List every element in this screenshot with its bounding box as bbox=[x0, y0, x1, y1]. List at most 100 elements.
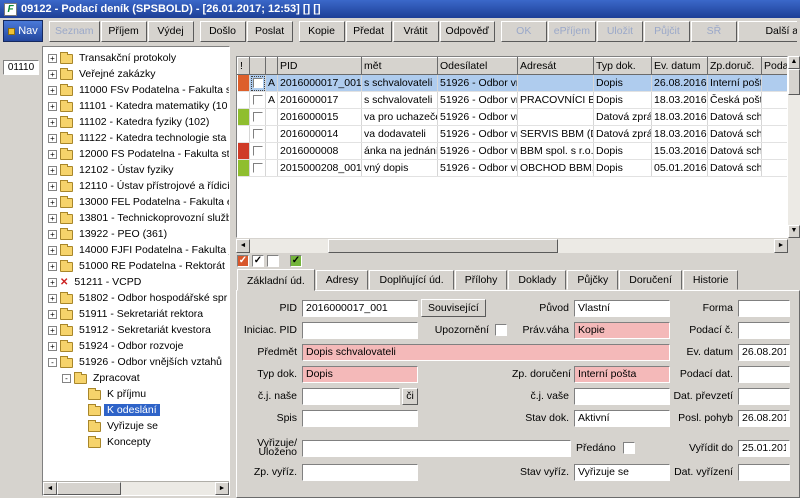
expand-icon[interactable]: + bbox=[48, 118, 57, 127]
tree-item-label[interactable]: 51000 RE Podatelna - Rektorát bbox=[76, 260, 228, 272]
expand-icon[interactable]: + bbox=[48, 102, 57, 111]
tree-item-label[interactable]: 13922 - PEO (361) bbox=[76, 228, 170, 240]
ok-button[interactable]: OK bbox=[501, 21, 547, 42]
table-hscroll-gap[interactable] bbox=[250, 239, 328, 253]
tree-item-label[interactable]: 51924 - Odbor rozvoje bbox=[76, 340, 186, 352]
expand-icon[interactable]: + bbox=[48, 70, 57, 79]
expand-icon[interactable]: + bbox=[48, 310, 57, 319]
podaci-c-field[interactable] bbox=[738, 322, 790, 339]
prijem-button[interactable]: Příjem bbox=[101, 21, 147, 42]
tree-item-label[interactable]: 51211 - VCPD bbox=[71, 276, 144, 288]
table-row[interactable]: 2015000208_001vný dopis51926 - Odbor vně… bbox=[238, 160, 789, 177]
row-filter-checkbox[interactable]: ✓ bbox=[290, 255, 302, 267]
tree-item-label[interactable]: 11000 FSv Podatelna - Fakulta s bbox=[76, 84, 229, 96]
tree-item-label[interactable]: Transakční protokoly bbox=[76, 52, 179, 64]
ulozit-button[interactable]: Uložit bbox=[597, 21, 643, 42]
tab-pujcky[interactable]: Půjčky bbox=[567, 270, 618, 290]
expand-icon[interactable]: + bbox=[48, 262, 57, 271]
collapse-icon[interactable]: - bbox=[62, 374, 71, 383]
poslat-button[interactable]: Poslat bbox=[247, 21, 293, 42]
scroll-right-icon[interactable]: ► bbox=[774, 239, 788, 253]
tree-hscroll-track[interactable] bbox=[121, 482, 215, 495]
tree-hscrollbar[interactable]: ◄ ► bbox=[43, 481, 229, 495]
expand-icon[interactable]: + bbox=[48, 326, 57, 335]
row-checkbox[interactable] bbox=[253, 78, 263, 88]
scroll-left-icon[interactable]: ◄ bbox=[43, 482, 57, 495]
tab-prilohy[interactable]: Přílohy bbox=[455, 270, 508, 290]
predmet-field[interactable] bbox=[302, 344, 670, 361]
row-checkbox[interactable] bbox=[253, 112, 263, 122]
odpoved-button[interactable]: Odpověď bbox=[440, 21, 495, 42]
expand-icon[interactable]: + bbox=[48, 214, 57, 223]
tree-item-label[interactable]: 12000 FS Podatelna - Fakulta str bbox=[76, 148, 229, 160]
table-row[interactable]: 2016000014va dodavateli51926 - Odbor vně… bbox=[238, 126, 789, 143]
cj-nase-field[interactable] bbox=[302, 388, 400, 405]
tree-item-label[interactable]: Vyřizuje se bbox=[104, 420, 161, 432]
expand-icon[interactable]: + bbox=[48, 54, 57, 63]
pid-field[interactable] bbox=[302, 300, 418, 317]
seznam-button[interactable]: Seznam bbox=[49, 21, 100, 42]
vyrizuje-field[interactable] bbox=[302, 440, 571, 457]
scroll-down-icon[interactable]: ▼ bbox=[788, 225, 800, 238]
iniciac-pid-field[interactable] bbox=[302, 322, 418, 339]
expand-icon[interactable]: + bbox=[48, 150, 57, 159]
table-vscroll-track[interactable] bbox=[788, 95, 800, 225]
table-hscrollbar[interactable]: ◄ ► bbox=[236, 239, 788, 253]
kopie-button[interactable]: Kopie bbox=[299, 21, 345, 42]
row-filter-checkbox[interactable]: ✓ bbox=[237, 255, 249, 267]
vyridit-do-field[interactable] bbox=[738, 440, 790, 457]
puvod-field[interactable] bbox=[574, 300, 670, 317]
tree-item-label[interactable]: 11101 - Katedra matematiky (10 bbox=[76, 100, 229, 112]
upozorneni-checkbox[interactable] bbox=[495, 324, 507, 336]
row-checkbox[interactable] bbox=[253, 146, 263, 156]
sr-button[interactable]: SŘ bbox=[691, 21, 737, 42]
pujcit-button[interactable]: Půjčit bbox=[644, 21, 690, 42]
collapse-icon[interactable]: - bbox=[48, 358, 57, 367]
tab-historie[interactable]: Historie bbox=[683, 270, 739, 290]
table-row[interactable]: A2016000017s schvalovateli51926 - Odbor … bbox=[238, 92, 789, 109]
tree-item-label[interactable]: 11122 - Katedra technologie sta bbox=[76, 132, 229, 144]
cj-lookup-button[interactable]: či bbox=[402, 388, 418, 405]
tree-item-label[interactable]: Veřejné zakázky bbox=[76, 68, 158, 80]
stav-dok-field[interactable] bbox=[574, 410, 670, 427]
tree-item-label[interactable]: K příjmu bbox=[104, 388, 149, 400]
table-row[interactable]: 2016000008ánka na jednání51926 - Odbor v… bbox=[238, 143, 789, 160]
expand-icon[interactable]: + bbox=[48, 86, 57, 95]
predat-button[interactable]: Předat bbox=[346, 21, 392, 42]
tree-item-label[interactable]: 51926 - Odbor vnějších vztahů bbox=[76, 356, 225, 368]
scroll-left-icon[interactable]: ◄ bbox=[236, 239, 250, 253]
vydej-button[interactable]: Výdej bbox=[148, 21, 194, 42]
dalsi-akce-button[interactable]: Další akce bbox=[738, 21, 797, 42]
tree-item-label[interactable]: 12110 - Ústav přístrojové a řídicí bbox=[76, 180, 229, 192]
table-vscroll-thumb[interactable] bbox=[788, 69, 800, 95]
doslo-button[interactable]: Došlo bbox=[200, 21, 246, 42]
nav-tab[interactable]: Nav bbox=[3, 20, 43, 42]
dat-prevzeti-field[interactable] bbox=[738, 388, 790, 405]
expand-icon[interactable]: + bbox=[48, 246, 57, 255]
tree-item-label[interactable]: Zpracovat bbox=[90, 372, 143, 384]
scroll-up-icon[interactable]: ▲ bbox=[788, 56, 800, 69]
tree-item-label[interactable]: 11102 - Katedra fyziky (102) bbox=[76, 116, 212, 128]
prav-vaha-field[interactable] bbox=[574, 322, 670, 339]
expand-icon[interactable]: + bbox=[48, 198, 57, 207]
tab-zakladni-udaje[interactable]: Základní úd. bbox=[237, 269, 315, 291]
table-row[interactable]: 2016000015va pro uchazeče51926 - Odbor v… bbox=[238, 109, 789, 126]
row-filter-checkbox[interactable] bbox=[267, 255, 279, 267]
tab-doplnujici-udaje[interactable]: Doplňující úd. bbox=[369, 270, 453, 290]
spis-field[interactable] bbox=[302, 410, 418, 427]
expand-icon[interactable]: + bbox=[48, 166, 57, 175]
forma-field[interactable] bbox=[738, 300, 790, 317]
stav-vyriz-field[interactable] bbox=[574, 464, 670, 481]
tree-item-label[interactable]: 51912 - Sekretariát kvestora bbox=[76, 324, 214, 336]
posl-pohyb-field[interactable] bbox=[738, 410, 790, 427]
typ-dok-field[interactable] bbox=[302, 366, 418, 383]
tree-hscroll-thumb[interactable] bbox=[57, 482, 121, 495]
ev-datum-field[interactable] bbox=[738, 344, 790, 361]
tree-item-label[interactable]: K odeslání bbox=[104, 404, 160, 416]
tree-item-label[interactable]: 13801 - Technickoprovozní služb bbox=[76, 212, 229, 224]
souvisejici-button[interactable]: Související bbox=[421, 299, 486, 317]
predano-checkbox[interactable] bbox=[623, 442, 635, 454]
tab-adresy[interactable]: Adresy bbox=[316, 270, 369, 290]
zp-doruceni-field[interactable] bbox=[574, 366, 670, 383]
tree-item-label[interactable]: 12102 - Ústav fyziky bbox=[76, 164, 177, 176]
